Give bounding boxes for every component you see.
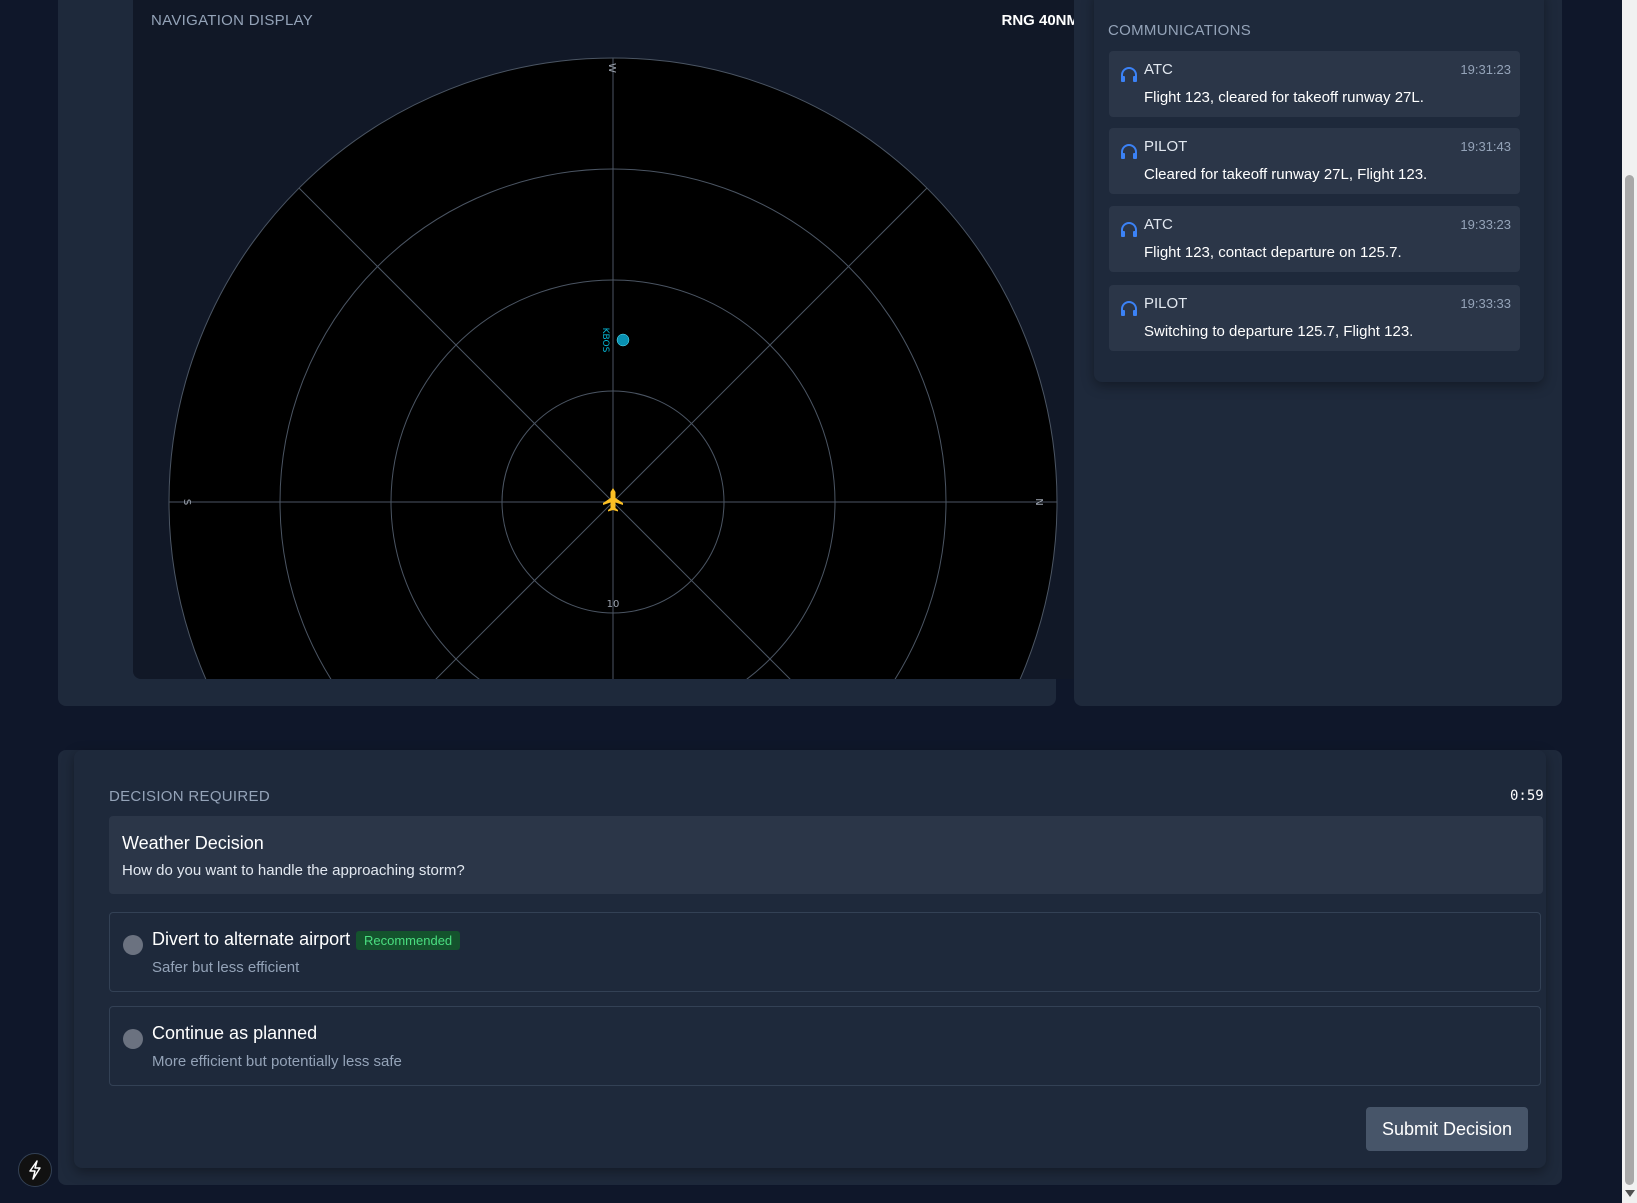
message-text: Switching to departure 125.7, Flight 123…	[1144, 323, 1414, 340]
headset-icon	[1121, 301, 1137, 316]
compass-left-label: S	[181, 499, 192, 505]
decision-title: DECISION REQUIRED	[109, 788, 270, 805]
headset-icon	[1121, 222, 1137, 237]
message-text: Cleared for takeoff runway 27L, Flight 1…	[1144, 166, 1428, 183]
option-label: Divert to alternate airport	[152, 929, 351, 949]
recommended-badge: Recommended	[356, 931, 461, 950]
message-time: 19:33:23	[1460, 217, 1511, 232]
question-title: Weather Decision	[122, 833, 264, 853]
headset-icon	[1121, 67, 1137, 82]
option-radio[interactable]	[123, 1029, 143, 1049]
page-scrollbar[interactable]	[1622, 0, 1637, 1203]
message-text: Flight 123, cleared for takeoff runway 2…	[1144, 89, 1424, 106]
message-time: 19:31:23	[1460, 62, 1511, 77]
decision-panel: DECISION REQUIRED 0:59 Weather Decision …	[58, 750, 1562, 1185]
navigation-display: NAVIGATION DISPLAY RNG 40NM W S N 10 KBO…	[133, 0, 1096, 679]
message-item: PILOT 19:31:43 Cleared for takeoff runwa…	[1109, 128, 1520, 194]
option-label: Continue as planned	[152, 1023, 318, 1043]
message-time: 19:31:43	[1460, 139, 1511, 154]
option-description: More efficient but potentially less safe	[152, 1053, 402, 1070]
compass-right-label: N	[1033, 498, 1044, 505]
scrollbar-thumb[interactable]	[1625, 175, 1634, 1185]
submit-decision-button[interactable]: Submit Decision	[1366, 1107, 1528, 1151]
message-text: Flight 123, contact departure on 125.7.	[1144, 244, 1402, 261]
message-item: PILOT 19:33:33 Switching to departure 12…	[1109, 285, 1520, 351]
option-description: Safer but less efficient	[152, 959, 300, 976]
message-sender: ATC	[1144, 216, 1173, 233]
navigation-panel: NAVIGATION DISPLAY RNG 40NM W S N 10 KBO…	[58, 0, 1096, 706]
decision-card: DECISION REQUIRED 0:59 Weather Decision …	[74, 750, 1546, 1168]
compass-top-label: W	[606, 63, 617, 73]
communications-title: COMMUNICATIONS	[1108, 22, 1252, 39]
scroll-down-arrow-icon[interactable]	[1625, 1190, 1635, 1197]
message-item: ATC 19:31:23 Flight 123, cleared for tak…	[1109, 51, 1520, 117]
question-text: How do you want to handle the approachin…	[122, 862, 465, 879]
message-time: 19:33:33	[1460, 296, 1511, 311]
message-item: ATC 19:33:23 Flight 123, contact departu…	[1109, 206, 1520, 272]
dev-tools-button[interactable]	[18, 1153, 52, 1187]
radar-scope[interactable]: W S N 10 KBOS	[133, 0, 1096, 679]
bolt-icon	[29, 1160, 41, 1180]
waypoint-marker[interactable]	[616, 333, 630, 347]
headset-icon	[1121, 144, 1137, 159]
option-radio[interactable]	[123, 935, 143, 955]
decision-timer: 0:59	[1510, 788, 1544, 804]
message-sender: PILOT	[1144, 138, 1188, 155]
option-continue[interactable]: Continue as planned More efficient but p…	[109, 1006, 1541, 1086]
waypoint-label: KBOS	[600, 328, 610, 353]
message-sender: ATC	[1144, 61, 1173, 78]
question-box: Weather Decision How do you want to hand…	[109, 816, 1543, 894]
range-ring-label: 10	[607, 599, 620, 610]
communications-panel: COMMUNICATIONS ATC 19:31:23 Flight 123, …	[1074, 0, 1562, 706]
option-divert[interactable]: Divert to alternate airport Recommended …	[109, 912, 1541, 992]
message-sender: PILOT	[1144, 295, 1188, 312]
